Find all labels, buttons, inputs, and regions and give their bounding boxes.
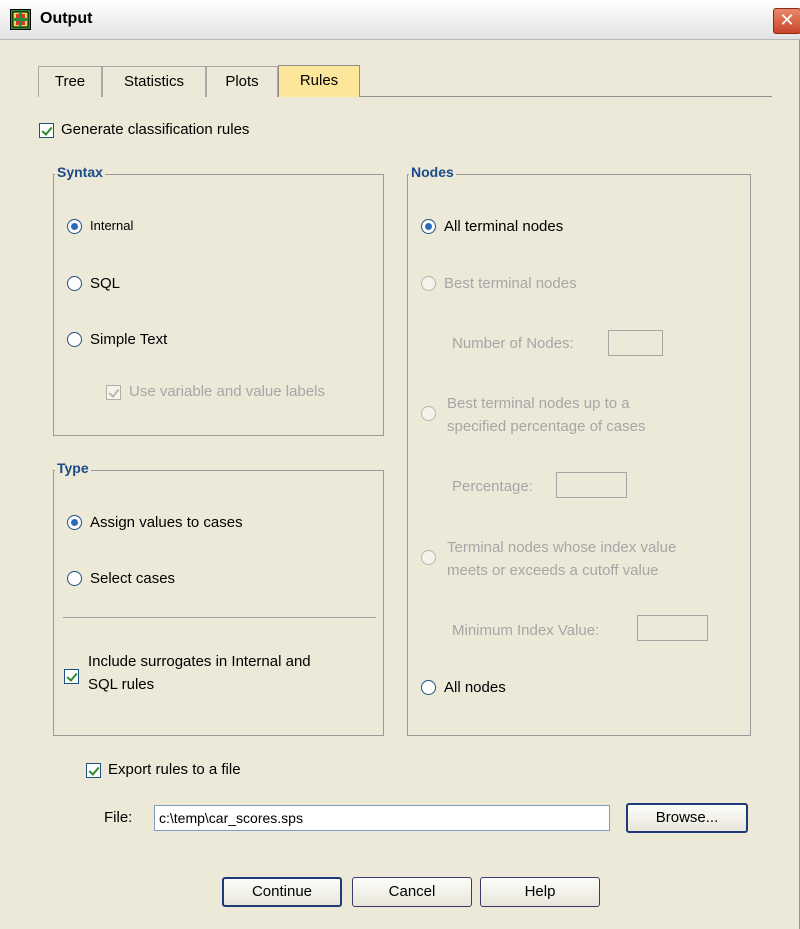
tab-plots[interactable]: Plots — [206, 66, 278, 97]
syntax-simple-text-radio[interactable] — [67, 332, 82, 347]
syntax-sql-radio[interactable] — [67, 276, 82, 291]
generate-rules-label[interactable]: Generate classification rules — [61, 121, 249, 138]
best-percent-label-line2[interactable]: specified percentage of cases — [447, 418, 645, 435]
all-terminal-radio[interactable] — [421, 219, 436, 234]
type-separator — [63, 617, 376, 618]
best-percent-label-line1[interactable]: Best terminal nodes up to a — [447, 395, 630, 412]
number-of-nodes-field[interactable] — [608, 330, 663, 356]
best-terminal-radio[interactable] — [421, 276, 436, 291]
number-of-nodes-label: Number of Nodes: — [452, 335, 574, 352]
syntax-sql-label[interactable]: SQL — [90, 275, 120, 292]
min-index-label: Minimum Index Value: — [452, 622, 600, 639]
close-icon[interactable]: ✕ — [773, 8, 800, 34]
browse-button[interactable]: Browse... — [626, 803, 748, 833]
all-nodes-radio[interactable] — [421, 680, 436, 695]
use-labels-label[interactable]: Use variable and value labels — [129, 383, 325, 400]
surrogates-checkbox[interactable] — [64, 669, 79, 684]
syntax-simple-text-label[interactable]: Simple Text — [90, 331, 167, 348]
output-dialog: Output ✕ Tree Statistics Plots Rules Gen… — [0, 0, 800, 929]
title-bar: Output ✕ — [0, 0, 800, 40]
app-icon — [10, 9, 31, 30]
syntax-internal-radio[interactable] — [67, 219, 82, 234]
continue-button[interactable]: Continue — [222, 877, 342, 907]
tab-divider — [360, 96, 772, 97]
use-labels-checkbox[interactable] — [106, 385, 121, 400]
export-rules-label[interactable]: Export rules to a file — [108, 761, 241, 778]
nodes-group-title: Nodes — [409, 164, 456, 180]
generate-rules-checkbox[interactable] — [39, 123, 54, 138]
all-nodes-label[interactable]: All nodes — [444, 679, 506, 696]
type-group-title: Type — [55, 460, 91, 476]
percentage-field[interactable] — [556, 472, 627, 498]
surrogates-label-line2[interactable]: SQL rules — [88, 676, 154, 693]
file-label: File: — [104, 809, 133, 826]
type-select-label[interactable]: Select cases — [90, 570, 175, 587]
syntax-group-title: Syntax — [55, 164, 105, 180]
type-assign-label[interactable]: Assign values to cases — [90, 514, 243, 531]
type-select-radio[interactable] — [67, 571, 82, 586]
nodes-group — [407, 174, 751, 736]
type-group — [53, 470, 384, 736]
surrogates-label-line1[interactable]: Include surrogates in Internal and — [88, 653, 311, 670]
file-path-input[interactable]: c:\temp\car_scores.sps — [154, 805, 610, 831]
tab-statistics[interactable]: Statistics — [102, 66, 206, 97]
index-cutoff-label-line2[interactable]: meets or exceeds a cutoff value — [447, 562, 659, 579]
percentage-label: Percentage: — [452, 478, 533, 495]
index-cutoff-label-line1[interactable]: Terminal nodes whose index value — [447, 539, 676, 556]
export-rules-checkbox[interactable] — [86, 763, 101, 778]
window-title: Output — [40, 10, 93, 27]
type-assign-radio[interactable] — [67, 515, 82, 530]
best-terminal-label[interactable]: Best terminal nodes — [444, 275, 577, 292]
best-percent-radio[interactable] — [421, 406, 436, 421]
tab-rules[interactable]: Rules — [278, 65, 360, 97]
all-terminal-label[interactable]: All terminal nodes — [444, 218, 563, 235]
tab-tree[interactable]: Tree — [38, 66, 102, 97]
syntax-internal-label[interactable]: Internal — [90, 218, 133, 233]
help-button[interactable]: Help — [480, 877, 600, 907]
cancel-button[interactable]: Cancel — [352, 877, 472, 907]
min-index-field[interactable] — [637, 615, 708, 641]
index-cutoff-radio[interactable] — [421, 550, 436, 565]
